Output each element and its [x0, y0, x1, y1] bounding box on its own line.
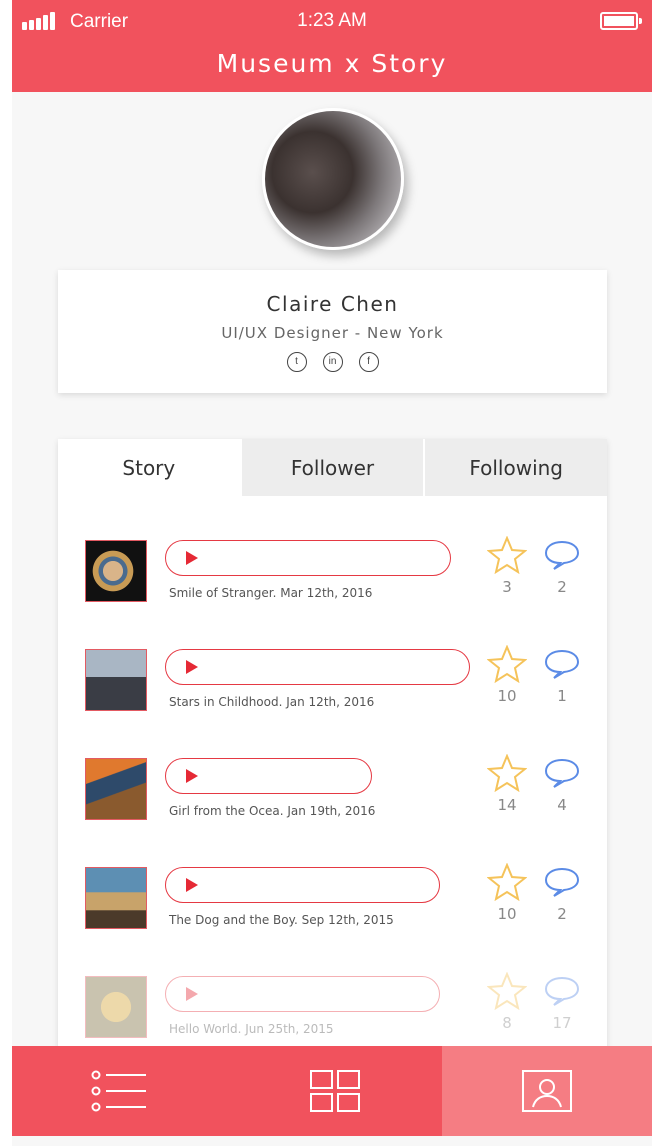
artwork-thumbnail[interactable]	[85, 540, 147, 602]
linkedin-icon[interactable]: in	[322, 352, 343, 372]
tab-follower[interactable]: Follower	[241, 439, 424, 496]
artwork-thumbnail[interactable]	[85, 867, 147, 929]
star-count: 3	[502, 578, 512, 596]
nav-list-button[interactable]	[12, 1046, 227, 1136]
profile-card: Claire Chen UI/UX Designer - New York t …	[58, 270, 607, 393]
app-header: Carrier 1:23 AM Museum x Story	[12, 0, 652, 92]
comment-count: 17	[552, 1014, 572, 1032]
story-item: Smile of Stranger. Mar 12th, 2016 3 2	[58, 536, 607, 620]
star-count: 10	[497, 687, 517, 705]
play-icon[interactable]	[186, 551, 198, 565]
audio-player[interactable]	[165, 649, 470, 685]
story-item: Stars in Childhood. Jan 12th, 2016 10 1	[58, 645, 607, 729]
status-bar: Carrier 1:23 AM	[12, 0, 652, 44]
story-panel: Story Follower Following Smile of Strang…	[58, 439, 608, 1079]
play-icon[interactable]	[186, 769, 198, 783]
story-caption: Girl from the Ocea. Jan 19th, 2016	[169, 804, 376, 818]
comment-icon[interactable]	[543, 974, 581, 1008]
profile-role: UI/UX Designer - New York	[221, 324, 444, 342]
app-screen: Carrier 1:23 AM Museum x Story Claire Ch…	[12, 0, 652, 1146]
bottom-nav	[12, 1046, 652, 1136]
story-caption: Smile of Stranger. Mar 12th, 2016	[169, 586, 373, 600]
story-caption: Hello World. Jun 25th, 2015	[169, 1022, 334, 1036]
story-caption: The Dog and the Boy. Sep 12th, 2015	[169, 913, 394, 927]
story-item: Girl from the Ocea. Jan 19th, 2016 14 4	[58, 754, 607, 838]
nav-profile-button[interactable]	[442, 1046, 652, 1136]
story-item: Hello World. Jun 25th, 2015 8 17	[58, 972, 607, 1056]
story-item: The Dog and the Boy. Sep 12th, 2015 10 2	[58, 863, 607, 947]
star-count: 14	[497, 796, 517, 814]
audio-player[interactable]	[165, 758, 372, 794]
tab-following[interactable]: Following	[425, 439, 608, 496]
comment-icon[interactable]	[543, 756, 581, 790]
star-count: 8	[502, 1014, 512, 1032]
comment-icon[interactable]	[543, 647, 581, 681]
profile-card-icon	[522, 1070, 572, 1112]
play-icon[interactable]	[186, 987, 198, 1001]
comment-count: 2	[557, 578, 567, 596]
page-title: Museum x Story	[216, 49, 448, 78]
audio-player[interactable]	[165, 976, 440, 1012]
comment-icon[interactable]	[543, 538, 581, 572]
story-caption: Stars in Childhood. Jan 12th, 2016	[169, 695, 375, 709]
artwork-thumbnail[interactable]	[85, 649, 147, 711]
profile-name: Claire Chen	[266, 292, 399, 316]
comment-count: 1	[557, 687, 567, 705]
list-icon	[91, 1070, 146, 1112]
comment-icon[interactable]	[543, 865, 581, 899]
grid-icon	[309, 1070, 360, 1112]
star-icon[interactable]	[487, 972, 527, 1010]
star-count: 10	[497, 905, 517, 923]
artwork-thumbnail[interactable]	[85, 758, 147, 820]
tab-bar: Story Follower Following	[58, 439, 608, 496]
artwork-thumbnail[interactable]	[85, 976, 147, 1038]
facebook-icon[interactable]: f	[358, 352, 379, 372]
star-icon[interactable]	[487, 863, 527, 901]
avatar[interactable]	[262, 108, 404, 250]
play-icon[interactable]	[186, 878, 198, 892]
comment-count: 4	[557, 796, 567, 814]
nav-grid-button[interactable]	[227, 1046, 442, 1136]
comment-count: 2	[557, 905, 567, 923]
tab-story[interactable]: Story	[58, 439, 240, 496]
audio-player[interactable]	[165, 867, 440, 903]
twitter-icon[interactable]: t	[286, 352, 307, 372]
play-icon[interactable]	[186, 660, 198, 674]
star-icon[interactable]	[487, 754, 527, 792]
audio-player[interactable]	[165, 540, 451, 576]
star-icon[interactable]	[487, 536, 527, 574]
social-links: t in f	[58, 352, 607, 372]
battery-icon	[600, 12, 642, 30]
clock: 1:23 AM	[297, 10, 367, 31]
star-icon[interactable]	[487, 645, 527, 683]
